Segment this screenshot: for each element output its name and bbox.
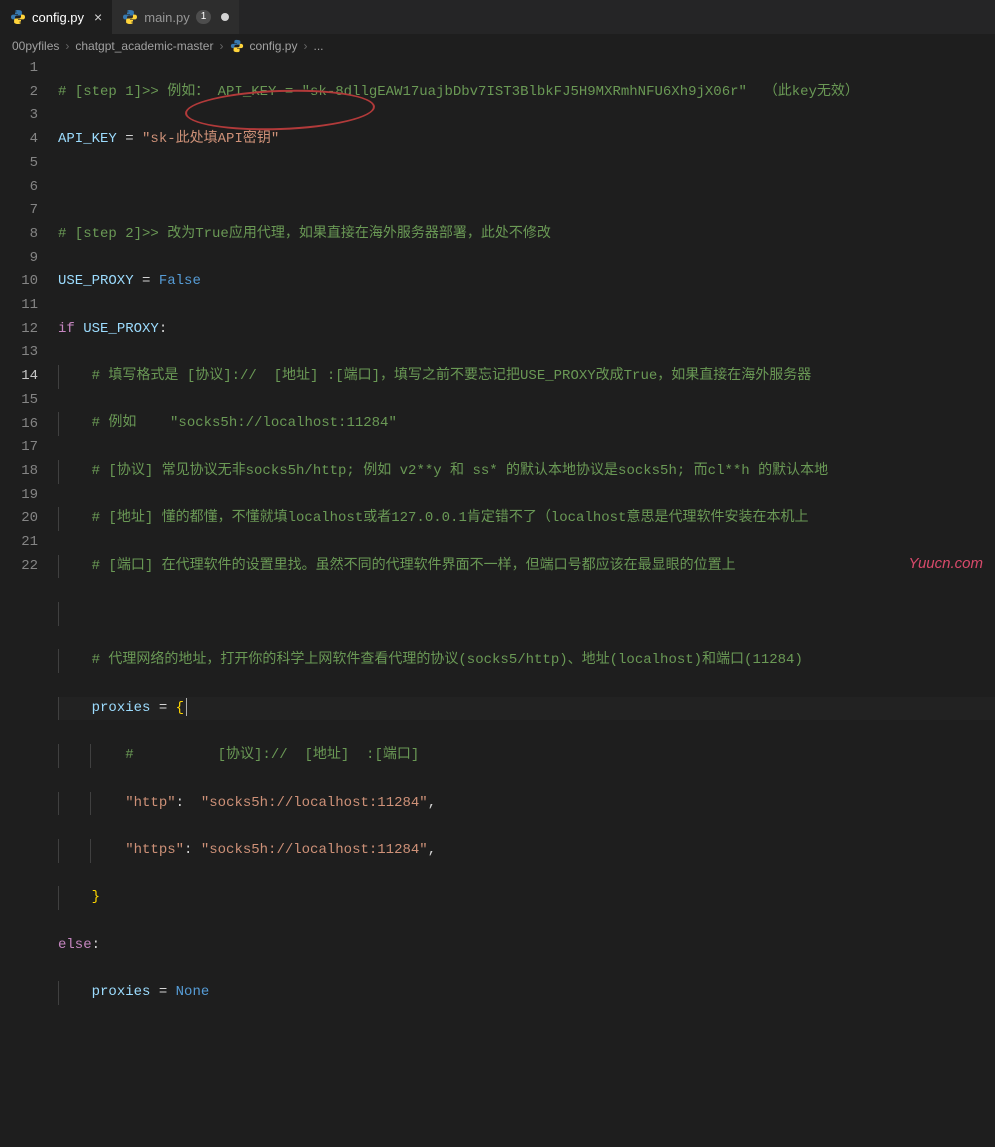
breadcrumb-part[interactable]: ... [313,39,323,53]
breadcrumb-part[interactable]: chatgpt_academic-master [75,39,213,53]
chevron-right-icon: › [219,39,223,53]
chevron-right-icon: › [65,39,69,53]
python-icon [229,38,245,54]
code-comment: # [step 1]>> 例如： API_KEY = "sk-8dllgEAW1… [58,84,859,100]
code-comment: # [step 2]>> 改为True应用代理，如果直接在海外服务器部署，此处不… [58,226,551,242]
python-icon [122,9,138,25]
breadcrumb-part[interactable]: config.py [249,39,297,53]
tab-config-py[interactable]: config.py × [0,0,112,34]
breadcrumb: 00pyfiles › chatgpt_academic-master › co… [0,35,995,57]
close-icon[interactable]: × [94,9,102,25]
code-token: API_KEY [58,131,117,147]
tab-badge: 1 [196,10,212,24]
tab-label: config.py [32,10,84,25]
tab-main-py[interactable]: main.py 1 [112,0,239,34]
chevron-right-icon: › [303,39,307,53]
code-area[interactable]: # [step 1]>> 例如： API_KEY = "sk-8dllgEAW1… [58,57,995,582]
code-editor[interactable]: 123 456 789 101112 131415 161718 192021 … [0,57,995,582]
tab-label: main.py [144,10,190,25]
watermark: Yuucn.com [909,555,983,572]
tab-bar: config.py × main.py 1 [0,0,995,35]
text-cursor [186,698,187,716]
unsaved-dot-icon [221,13,229,21]
breadcrumb-part[interactable]: 00pyfiles [12,39,59,53]
python-icon [10,9,26,25]
line-number-gutter: 123 456 789 101112 131415 161718 192021 … [0,57,58,582]
